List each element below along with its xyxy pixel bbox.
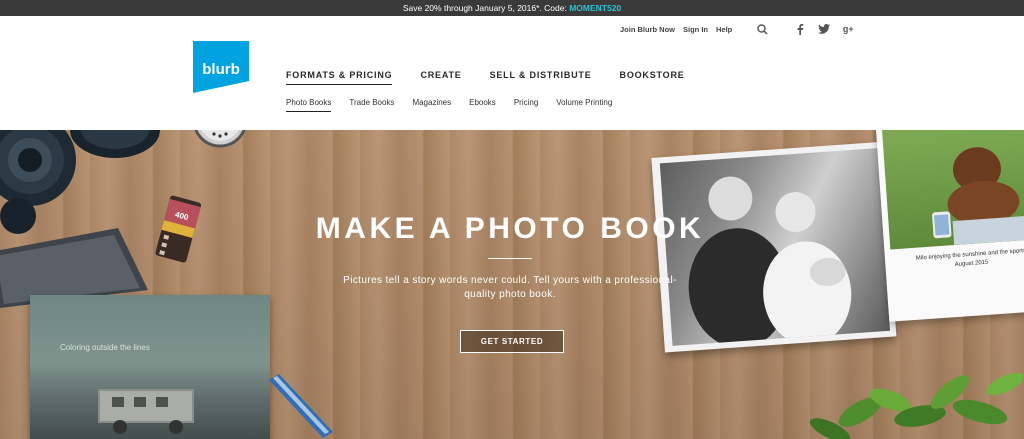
sub-nav: Photo Books Trade Books Magazines Ebooks… <box>286 98 630 112</box>
search-icon[interactable] <box>754 23 770 35</box>
site-header: Join Blurb Now Sign In Help g+ blurb FOR… <box>0 16 1024 130</box>
plant-image <box>809 372 1024 439</box>
hero-title: MAKE A PHOTO BOOK <box>315 212 705 245</box>
nav-sell-distribute[interactable]: SELL & DISTRIBUTE <box>490 70 592 85</box>
nav-formats-pricing[interactable]: FORMATS & PRICING <box>286 70 393 85</box>
signin-link[interactable]: Sign In <box>683 25 708 34</box>
lens-image <box>0 130 160 234</box>
promo-text: Save 20% through January 5, 2016*. Code: <box>402 3 570 13</box>
promo-code: MOMENT520 <box>569 3 622 13</box>
main-nav: FORMATS & PRICING CREATE SELL & DISTRIBU… <box>286 70 713 85</box>
get-started-button[interactable]: GET STARTED <box>460 330 564 353</box>
nav-bookstore[interactable]: BOOKSTORE <box>620 70 685 85</box>
nav-create[interactable]: CREATE <box>420 70 461 85</box>
facebook-icon[interactable] <box>792 23 808 35</box>
svg-text:blurb: blurb <box>202 61 240 78</box>
hero-subtitle: Pictures tell a story words never could.… <box>343 275 677 300</box>
subnav-ebooks[interactable]: Ebooks <box>469 98 496 112</box>
subnav-volume-printing[interactable]: Volume Printing <box>556 98 612 112</box>
blurb-logo[interactable]: blurb <box>193 41 249 93</box>
subnav-trade-books[interactable]: Trade Books <box>349 98 394 112</box>
help-link[interactable]: Help <box>716 25 732 34</box>
subnav-magazines[interactable]: Magazines <box>412 98 451 112</box>
photo-book-left: Coloring outside the lines <box>30 295 270 439</box>
hero-divider <box>488 258 532 259</box>
dog-photo <box>881 130 1024 250</box>
subnav-photo-books[interactable]: Photo Books <box>286 98 332 112</box>
promo-bar: Save 20% through January 5, 2016*. Code:… <box>0 0 1024 16</box>
family-photo <box>659 148 891 349</box>
clock-image <box>194 130 246 148</box>
pencil-image <box>269 374 333 438</box>
subnav-pricing[interactable]: Pricing <box>514 98 538 112</box>
book-caption: Coloring outside the lines <box>60 343 150 352</box>
twitter-icon[interactable] <box>816 23 832 35</box>
hero-banner: 400 Coloring outside the lines Milo enjo… <box>0 130 1024 439</box>
join-link[interactable]: Join Blurb Now <box>620 25 675 34</box>
utility-nav: Join Blurb Now Sign In Help g+ <box>620 23 856 35</box>
google-plus-icon[interactable]: g+ <box>840 23 856 35</box>
